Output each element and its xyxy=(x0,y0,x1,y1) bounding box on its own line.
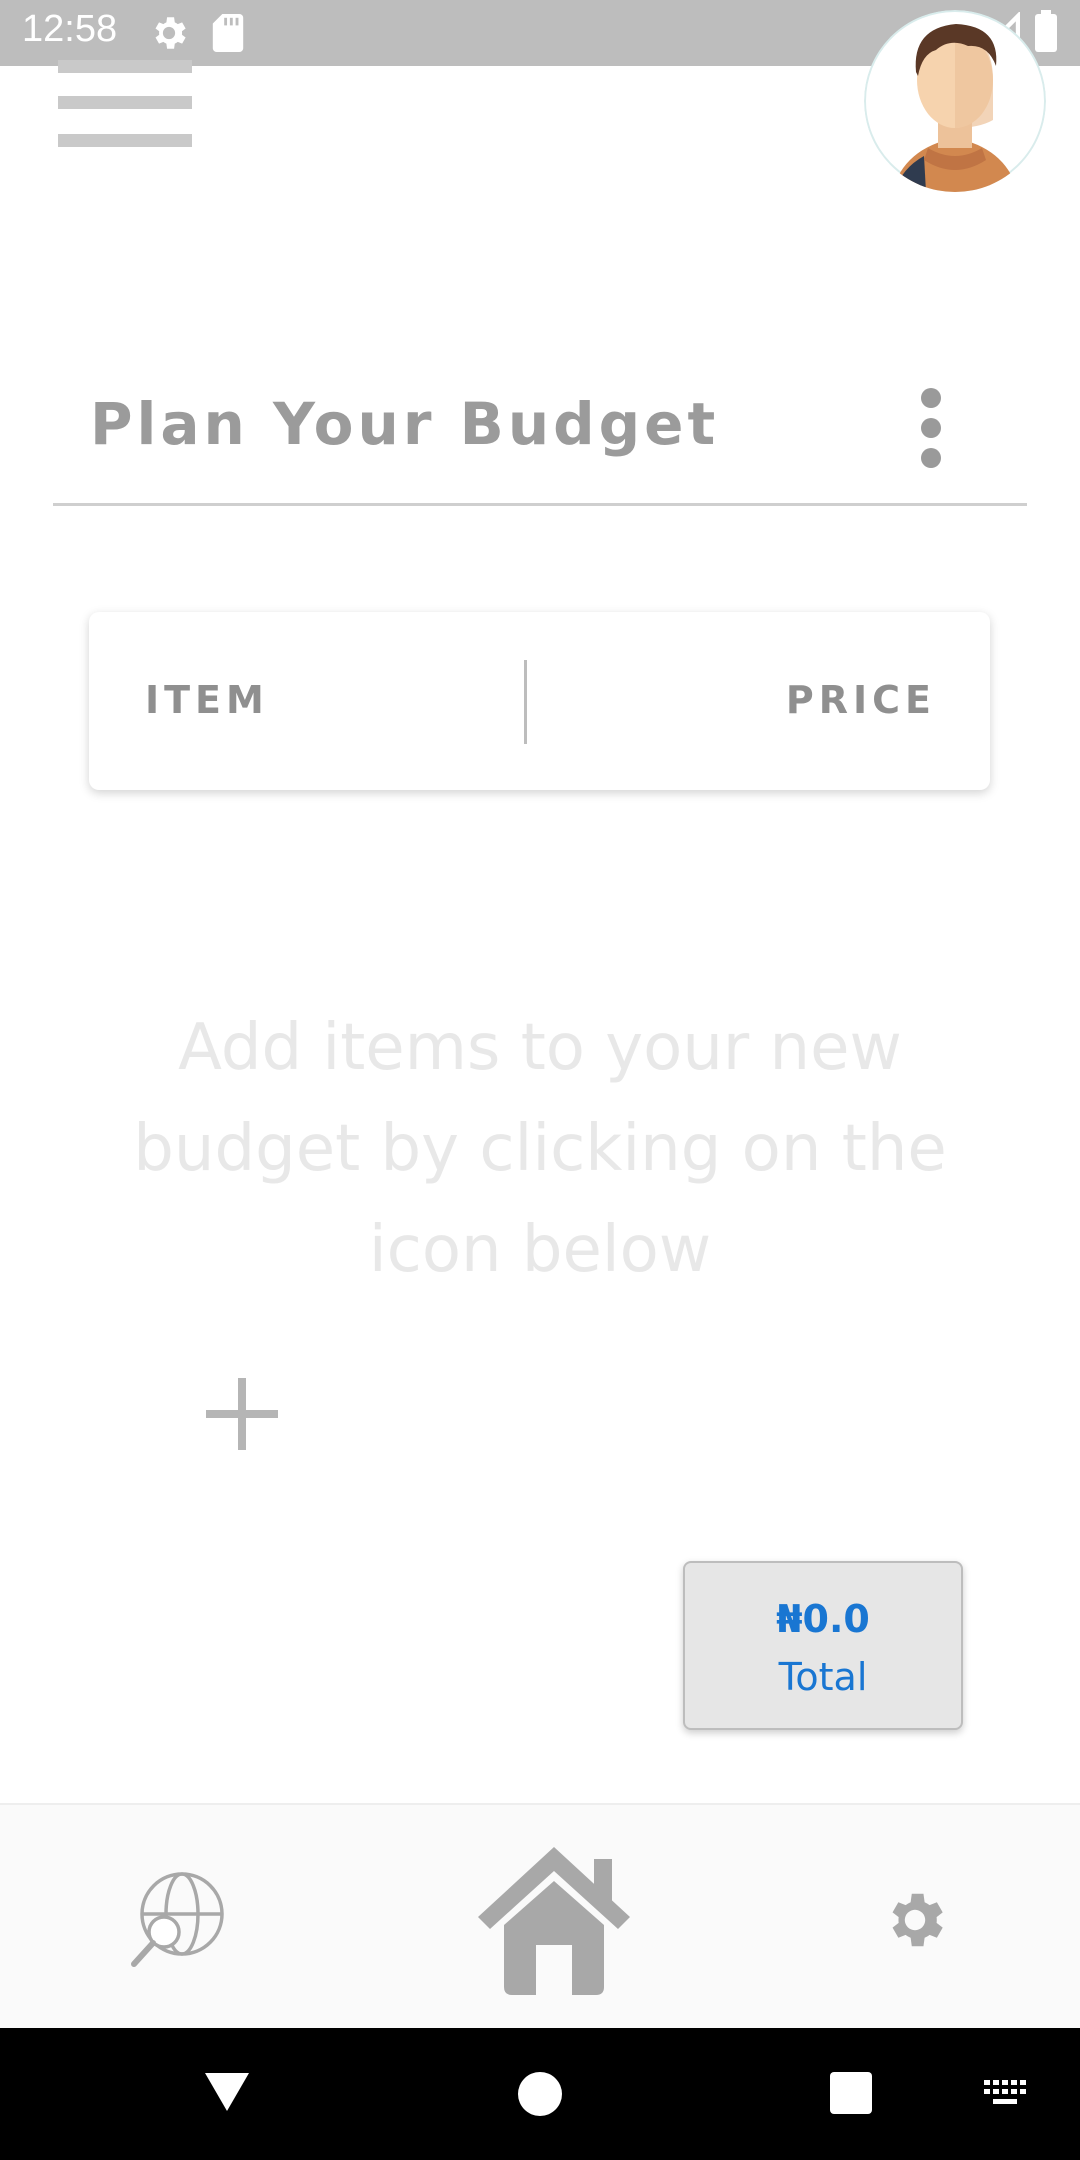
column-header-price: PRICE xyxy=(785,678,936,722)
menu-button[interactable] xyxy=(58,60,192,150)
settings-icon[interactable] xyxy=(880,1885,950,1955)
empty-state-message: Add items to your new budget by clicking… xyxy=(90,998,990,1301)
column-divider xyxy=(524,660,527,744)
title-divider xyxy=(53,503,1027,506)
bottom-navigation xyxy=(0,1803,1080,2030)
empty-state-line: Add items to your new xyxy=(178,1011,902,1085)
total-amount: ₦0.0 xyxy=(776,1597,870,1641)
battery-icon xyxy=(1035,10,1057,52)
home-icon[interactable] xyxy=(470,1837,638,1997)
explore-icon[interactable] xyxy=(128,1870,228,1970)
empty-state-line: budget by clicking on the xyxy=(133,1112,947,1186)
plus-icon[interactable] xyxy=(200,1372,284,1456)
status-time: 12:58 xyxy=(22,8,118,50)
back-icon[interactable] xyxy=(202,2070,252,2114)
total-label: Total xyxy=(778,1655,868,1699)
empty-state-line: icon below xyxy=(368,1213,712,1287)
page-title: Plan Your Budget xyxy=(90,390,720,458)
system-navigation-bar xyxy=(0,2028,1080,2160)
more-options-button[interactable] xyxy=(905,385,955,475)
table-header-card: ITEM PRICE xyxy=(89,612,990,790)
more-vertical-icon xyxy=(921,388,941,408)
sd-card-icon xyxy=(212,14,244,52)
column-header-item: ITEM xyxy=(145,678,269,722)
home-circle-icon[interactable] xyxy=(518,2072,562,2116)
total-summary: ₦0.0 Total xyxy=(683,1561,963,1730)
avatar[interactable] xyxy=(864,10,1046,192)
hamburger-menu-icon xyxy=(58,60,192,73)
keyboard-icon[interactable] xyxy=(984,2080,1028,2110)
recents-icon[interactable] xyxy=(830,2072,872,2114)
user-avatar-image xyxy=(864,10,1046,192)
settings-status-icon xyxy=(155,17,186,49)
